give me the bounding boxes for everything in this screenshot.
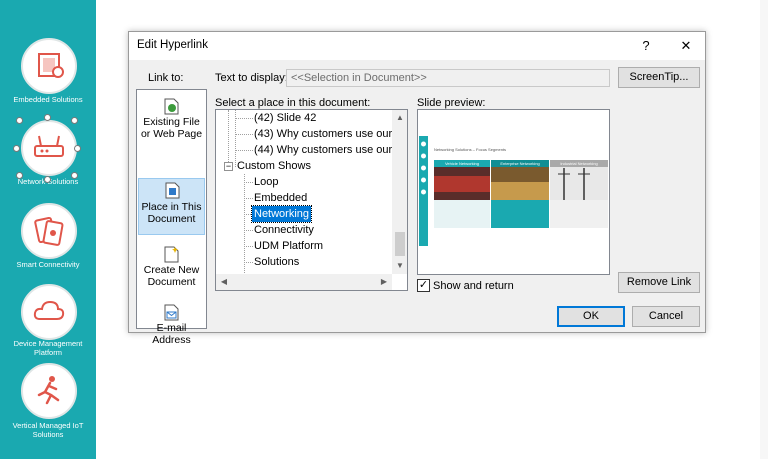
existing-line1: Existing File [143, 116, 200, 128]
slide-title: Networking Solutions – Focus Segments [434, 147, 507, 152]
new-document-icon [164, 246, 179, 263]
tree-item-slide-42[interactable]: (42) Slide 42 [254, 110, 316, 126]
resize-handle[interactable] [74, 145, 81, 152]
slide-thumbnail [418, 110, 609, 274]
tree-item-loop[interactable]: Loop [254, 174, 278, 190]
slide-preview-label: Slide preview: [417, 97, 486, 109]
scroll-down-icon[interactable]: ▼ [392, 258, 407, 274]
embedded-circle [21, 38, 77, 94]
email-line1: E-mail [156, 322, 187, 334]
document-place-icon [165, 182, 180, 199]
embedded-label: Embedded Solutions [13, 95, 83, 104]
resize-handle[interactable] [71, 172, 78, 179]
tree-item-connectivity[interactable]: Connectivity [254, 222, 314, 238]
resize-handle[interactable] [13, 145, 20, 152]
connectivity-label: Smart Connectivity [16, 260, 80, 269]
tree-item-custom-shows[interactable]: Custom Shows [237, 158, 311, 174]
place-line2: Document [147, 213, 196, 225]
title-bar: Edit Hyperlink ? ✕ [129, 32, 705, 60]
slide-preview: Networking Solutions – Focus Segments Ve… [417, 109, 610, 275]
network-circle [21, 120, 77, 176]
embedded-solutions-tile[interactable]: Embedded Solutions [0, 38, 96, 118]
help-button[interactable]: ? [634, 36, 658, 56]
text-to-display-label: Text to display: [215, 72, 288, 84]
smart-connectivity-tile[interactable]: Smart Connectivity [0, 203, 96, 283]
tree-horizontal-scrollbar[interactable]: ◀ ▶ [216, 274, 392, 290]
scroll-up-icon[interactable]: ▲ [392, 110, 407, 126]
vertical-iot-tile[interactable]: Vertical Managed IoT Solutions [0, 363, 96, 443]
create-line2: Document [147, 276, 196, 288]
edit-hyperlink-dialog: Edit Hyperlink ? ✕ Link to: Text to disp… [128, 31, 706, 346]
tree-item-solutions[interactable]: Solutions [254, 254, 299, 270]
resize-handle[interactable] [16, 172, 23, 179]
create-new-document-option[interactable]: Create New Document [138, 246, 205, 294]
slide-panel: Embedded Solutions Network Solutions Sma… [0, 0, 96, 459]
close-button[interactable]: ✕ [674, 36, 698, 56]
screentip-button[interactable]: ScreenTip... [618, 67, 700, 88]
ok-button[interactable]: OK [557, 306, 625, 327]
slide-column-2: Enterprise Networking [500, 161, 540, 166]
select-place-label: Select a place in this document: [215, 97, 371, 109]
device-management-tile[interactable]: Device Management Platform [0, 284, 96, 364]
tree-item-udm-platform[interactable]: UDM Platform [254, 238, 323, 254]
tree-item-networking[interactable]: Networking [250, 205, 313, 223]
collapse-custom-shows-icon[interactable]: − [224, 162, 233, 171]
scroll-thumb[interactable] [395, 232, 405, 256]
device-circle [21, 284, 77, 340]
dialog-title: Edit Hyperlink [137, 39, 208, 51]
place-line1: Place in This [141, 201, 202, 213]
document-places-tree[interactable]: (42) Slide 42 (43) Why customers use our… [215, 109, 408, 291]
chip-icon [38, 53, 64, 78]
vertical-label: Vertical Managed IoT Solutions [12, 421, 84, 439]
resize-handle[interactable] [16, 117, 23, 124]
remove-link-button[interactable]: Remove Link [618, 272, 700, 293]
slide-column-3: Industrial Networking [560, 161, 598, 166]
email-icon [164, 304, 179, 321]
slide-column-1: Vehicle Networking [444, 161, 480, 166]
scroll-edge [760, 0, 768, 459]
email-line2: Address [152, 334, 191, 346]
text-to-display-input[interactable]: <<Selection in Document>> [286, 69, 610, 87]
resize-handle[interactable] [44, 176, 51, 183]
existing-file-option[interactable]: Existing File or Web Page [138, 98, 205, 148]
connectivity-circle [21, 203, 77, 259]
scroll-left-icon[interactable]: ◀ [216, 274, 232, 290]
scroll-right-icon[interactable]: ▶ [376, 274, 392, 290]
link-to-panel: Existing File or Web Page Place in This … [136, 89, 207, 346]
tree-item-slide-44[interactable]: (44) Why customers use our [254, 142, 392, 158]
place-in-document-option[interactable]: Place in This Document [138, 178, 205, 235]
runner-icon [37, 376, 60, 405]
resize-handle[interactable] [71, 117, 78, 124]
existing-line2: or Web Page [140, 128, 203, 140]
phone-card-icon [34, 216, 64, 246]
tree-item-slide-43[interactable]: (43) Why customers use our [254, 126, 392, 142]
show-and-return-label: Show and return [433, 280, 514, 292]
email-address-option[interactable]: E-mail Address [138, 304, 205, 352]
cloud-icon [33, 300, 65, 320]
router-icon [34, 135, 64, 157]
create-line1: Create New [143, 264, 200, 276]
show-and-return-checkbox[interactable]: ✓ [417, 279, 430, 292]
device-label: Device Management Platform [13, 339, 83, 357]
network-solutions-tile[interactable]: Network Solutions [0, 120, 96, 198]
resize-handle[interactable] [44, 114, 51, 121]
vertical-circle [21, 363, 77, 419]
tree-vertical-scrollbar[interactable]: ▲ ▼ [392, 110, 407, 274]
globe-file-icon [164, 98, 179, 115]
cancel-button[interactable]: Cancel [632, 306, 700, 327]
tree-item-embedded[interactable]: Embedded [254, 190, 307, 206]
link-to-label: Link to: [148, 72, 184, 84]
